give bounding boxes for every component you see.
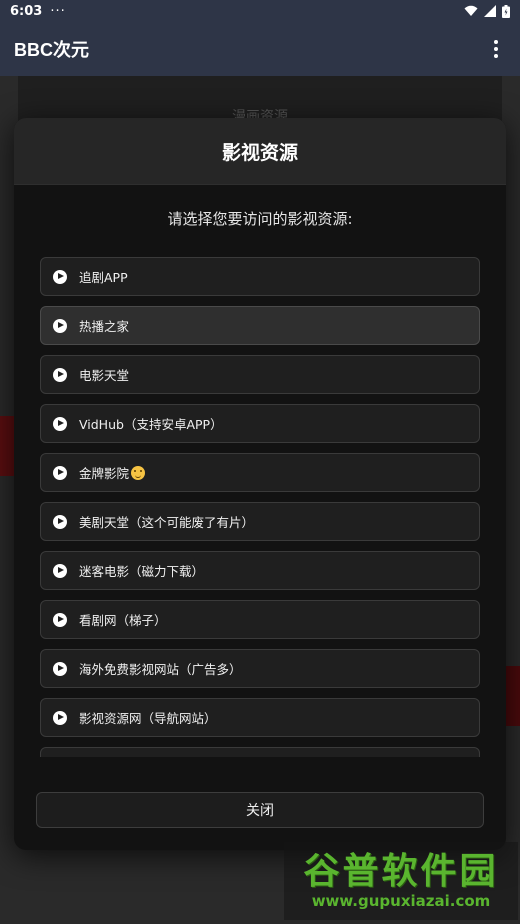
resource-item-vidhub[interactable]: VidHub（支持安卓APP） [40,404,480,443]
resource-item-yingshi-ziyuanwang[interactable]: 影视资源网（导航网站） [40,698,480,737]
resource-item-label: 追剧APP [79,270,128,285]
resource-item-partial[interactable] [40,747,480,757]
play-icon [53,710,67,725]
resource-item-zhuiju-app[interactable]: 追剧APP [40,257,480,296]
resource-item-jinpai-yingyuan[interactable]: 金牌影院 [40,453,480,492]
status-time: 6:03 [10,3,43,19]
close-button[interactable]: 关闭 [36,792,484,828]
play-icon [53,612,67,627]
dialog-title: 影视资源 [221,141,298,164]
dialog-header: 影视资源 [14,118,506,185]
status-icons [464,4,510,18]
resource-item-meiju-tiantang[interactable]: 美剧天堂（这个可能废了有片） [40,502,480,541]
wifi-icon [464,5,478,16]
resource-item-label: 海外免费影视网站（广告多） [79,662,242,677]
resource-item-kanju-wang[interactable]: 看剧网（梯子） [40,600,480,639]
play-icon [53,318,67,333]
play-icon [53,269,67,284]
signal-icon [484,5,496,17]
watermark-logo: 谷普软件园 [303,851,499,892]
resource-item-label: 电影天堂 [79,368,130,383]
resource-item-label: 迷客电影（磁力下载） [79,564,205,579]
watermark: 谷普软件园 www.gupuxiazai.com [284,842,518,920]
resource-item-label: 看剧网（梯子） [79,613,167,628]
video-resources-dialog: 影视资源 请选择您要访问的影视资源: 追剧APP 热播之家 电影天堂 VidHu… [14,118,506,850]
play-icon [53,661,67,676]
background-image-fragment [504,666,520,726]
resource-item-label: VidHub（支持安卓APP） [79,417,223,432]
resource-item-haiwai-mianfei[interactable]: 海外免费影视网站（广告多） [40,649,480,688]
resource-item-label: 美剧天堂（这个可能废了有片） [79,515,255,530]
resource-item-mike-dianying[interactable]: 迷客电影（磁力下载） [40,551,480,590]
play-icon [53,514,67,529]
battery-icon [502,4,510,18]
status-bar: 6:03 ··· [0,0,520,22]
resource-item-label: 热播之家 [79,319,130,334]
play-icon [53,465,67,480]
app-title: BBC次元 [14,40,89,60]
resource-item-label: 影视资源网（导航网站） [79,711,217,726]
dialog-subtitle: 请选择您要访问的影视资源: [167,210,353,228]
resource-item-label: 金牌影院 [79,463,146,482]
status-overflow-dots: ··· [50,3,66,19]
more-vert-icon[interactable] [486,37,506,61]
smile-emoji-icon [131,466,146,480]
resource-item-dianying-tiantang[interactable]: 电影天堂 [40,355,480,394]
resource-item-rebo-zhijia[interactable]: 热播之家 [40,306,480,345]
app-bar: BBC次元 [0,22,520,76]
resource-list[interactable]: 追剧APP 热播之家 电影天堂 VidHub（支持安卓APP） 金牌影院 美剧天… [40,257,480,757]
watermark-url: www.gupuxiazai.com [311,892,491,910]
play-icon [53,367,67,382]
play-icon [53,563,67,578]
play-icon [53,416,67,431]
